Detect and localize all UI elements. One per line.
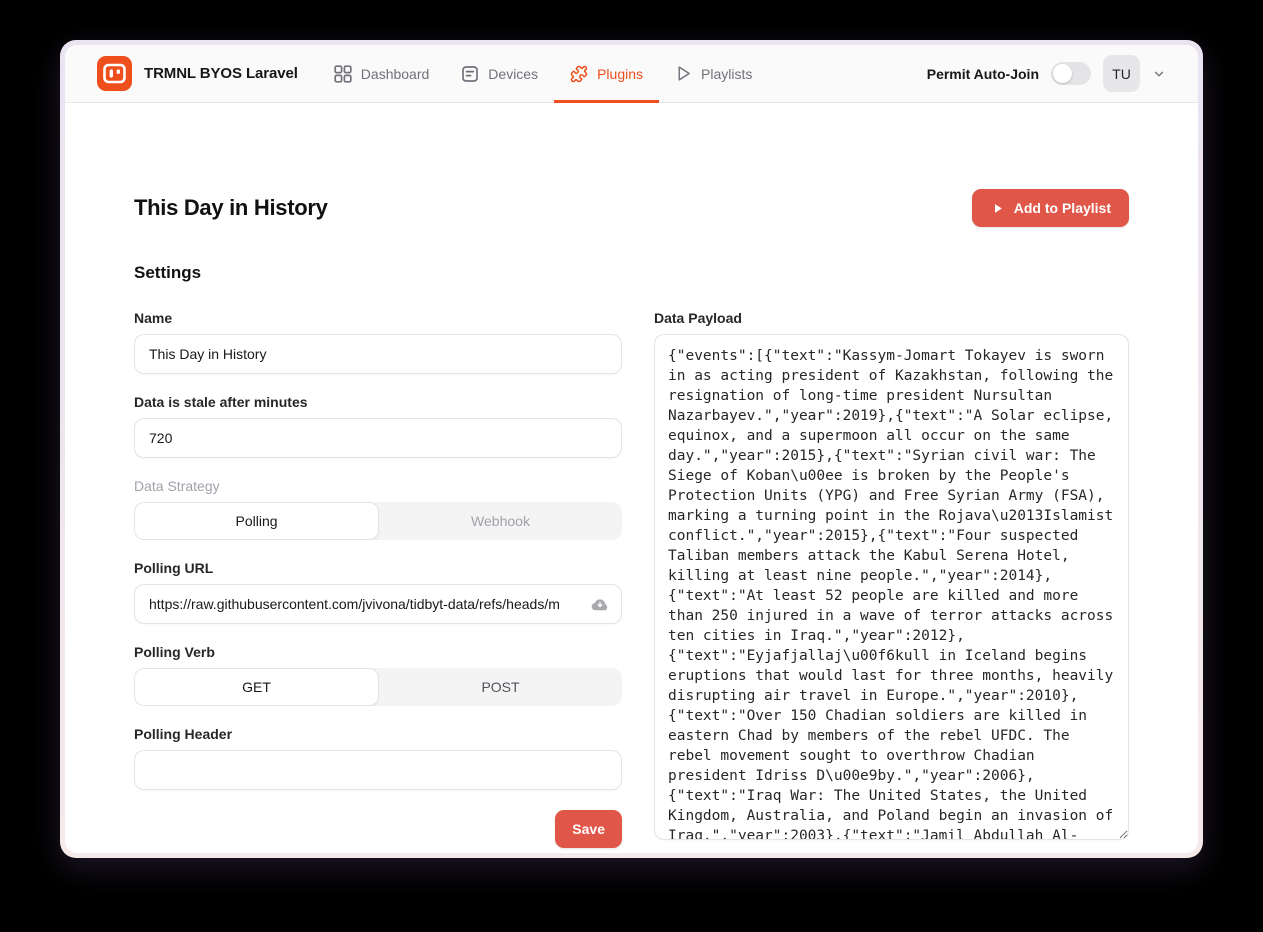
page-head: This Day in History Add to Playlist <box>134 189 1129 227</box>
play-filled-icon <box>990 201 1005 216</box>
polling-url-group: Polling URL <box>134 560 622 624</box>
data-strategy-segmented: Polling Webhook <box>134 502 622 540</box>
polling-header-group: Polling Header <box>134 726 622 790</box>
save-row: Save <box>134 810 622 848</box>
settings-columns: Name Data is stale after minutes Data St… <box>134 310 1129 848</box>
permit-auto-join-toggle[interactable] <box>1051 62 1091 85</box>
stale-minutes-input[interactable] <box>134 418 622 458</box>
puzzle-icon <box>570 65 588 83</box>
save-button[interactable]: Save <box>555 810 622 848</box>
app-window: TRMNL BYOS Laravel Dashboard <box>60 40 1203 858</box>
dashboard-grid-icon <box>334 65 352 83</box>
nav-item-dashboard[interactable]: Dashboard <box>334 65 430 83</box>
segment-polling[interactable]: Polling <box>134 502 379 540</box>
segment-post[interactable]: POST <box>379 668 622 706</box>
settings-heading: Settings <box>134 263 1129 283</box>
name-field-group: Name <box>134 310 622 374</box>
polling-url-wrap <box>134 584 622 624</box>
segment-webhook[interactable]: Webhook <box>379 502 622 540</box>
trmnl-logo-icon <box>97 56 132 91</box>
nav-item-devices[interactable]: Devices <box>461 65 538 83</box>
polling-header-input[interactable] <box>134 750 622 790</box>
polling-url-input[interactable] <box>134 584 622 624</box>
data-strategy-label: Data Strategy <box>134 478 622 494</box>
chevron-down-icon[interactable] <box>1152 67 1166 81</box>
cloud-download-icon[interactable] <box>590 594 610 614</box>
navbar: TRMNL BYOS Laravel Dashboard <box>65 45 1198 103</box>
devices-icon <box>461 65 479 83</box>
name-input[interactable] <box>134 334 622 374</box>
name-label: Name <box>134 310 622 326</box>
nav-item-plugins[interactable]: Plugins <box>570 65 643 83</box>
add-to-playlist-button[interactable]: Add to Playlist <box>972 189 1129 227</box>
brand[interactable]: TRMNL BYOS Laravel <box>97 56 298 91</box>
nav-item-label: Dashboard <box>361 66 430 82</box>
play-outline-icon <box>675 65 692 82</box>
add-to-playlist-label: Add to Playlist <box>1014 200 1111 216</box>
data-payload-label: Data Payload <box>654 310 1129 326</box>
polling-verb-segmented: GET POST <box>134 668 622 706</box>
polling-verb-group: Polling Verb GET POST <box>134 644 622 706</box>
polling-verb-label: Polling Verb <box>134 644 622 660</box>
toggle-knob <box>1053 64 1072 83</box>
settings-form: Name Data is stale after minutes Data St… <box>134 310 622 848</box>
stale-label: Data is stale after minutes <box>134 394 622 410</box>
navbar-right: Permit Auto-Join TU <box>927 55 1166 92</box>
polling-header-label: Polling Header <box>134 726 622 742</box>
nav-item-label: Playlists <box>701 66 752 82</box>
permit-auto-join-label: Permit Auto-Join <box>927 66 1039 82</box>
nav-item-label: Plugins <box>597 66 643 82</box>
data-strategy-group: Data Strategy Polling Webhook <box>134 478 622 540</box>
app-chrome: TRMNL BYOS Laravel Dashboard <box>65 45 1198 853</box>
avatar[interactable]: TU <box>1103 55 1140 92</box>
brand-title: TRMNL BYOS Laravel <box>144 65 298 82</box>
nav-item-label: Devices <box>488 66 538 82</box>
payload-column: Data Payload {"events":[{"text":"Kassym-… <box>654 310 1129 848</box>
main-content: This Day in History Add to Playlist Sett… <box>65 103 1198 853</box>
polling-url-label: Polling URL <box>134 560 622 576</box>
stale-field-group: Data is stale after minutes <box>134 394 622 458</box>
main-nav: Dashboard Devices <box>334 65 753 83</box>
data-payload-textarea[interactable]: {"events":[{"text":"Kassym-Jomart Tokaye… <box>654 334 1129 840</box>
segment-get[interactable]: GET <box>134 668 379 706</box>
nav-item-playlists[interactable]: Playlists <box>675 65 752 82</box>
page-title: This Day in History <box>134 195 328 221</box>
